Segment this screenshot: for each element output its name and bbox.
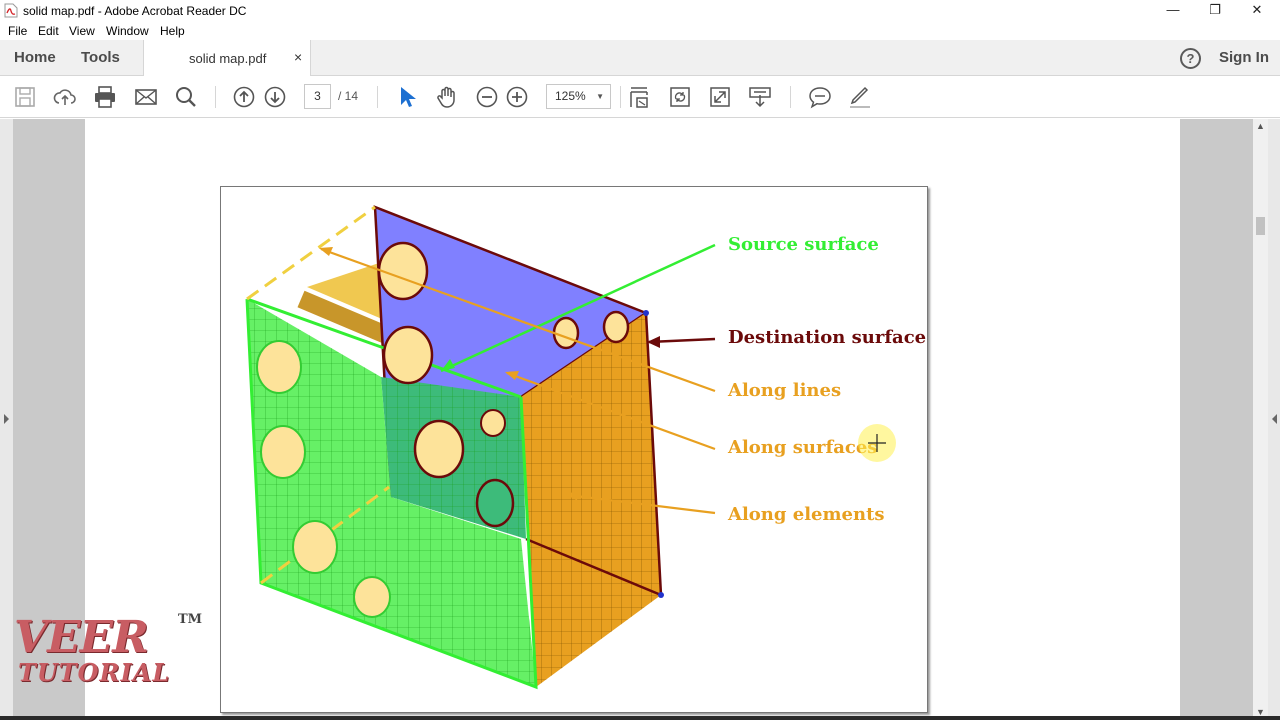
hole bbox=[256, 340, 302, 394]
zoom-select[interactable]: 125% ▼ bbox=[546, 84, 611, 109]
comment-icon[interactable] bbox=[808, 85, 832, 109]
menu-help[interactable]: Help bbox=[160, 24, 185, 38]
menu-bar: File Edit View Window Help bbox=[0, 22, 1280, 40]
close-window-button[interactable]: ✕ bbox=[1234, 0, 1280, 22]
minimize-button[interactable]: — bbox=[1150, 0, 1196, 22]
email-icon[interactable] bbox=[134, 85, 158, 109]
zoom-out-icon[interactable] bbox=[475, 85, 499, 109]
logo-trademark: TM bbox=[178, 612, 203, 627]
hole bbox=[480, 409, 506, 437]
toolbar-separator bbox=[790, 86, 791, 108]
chevron-left-icon[interactable] bbox=[1271, 414, 1278, 424]
zoom-in-icon[interactable] bbox=[505, 85, 529, 109]
document-tab-label: solid map.pdf bbox=[189, 51, 267, 66]
toolbar-separator bbox=[620, 86, 621, 108]
solid-map-figure: Source surface Destination surface Along… bbox=[220, 186, 928, 713]
page-number-input[interactable]: 3 bbox=[304, 84, 331, 109]
label-along-elements: Along elements bbox=[728, 504, 885, 525]
menu-file[interactable]: File bbox=[8, 24, 27, 38]
chevron-down-icon: ▼ bbox=[596, 92, 604, 101]
rotate-icon[interactable] bbox=[668, 85, 692, 109]
tab-document[interactable]: solid map.pdf × bbox=[143, 40, 311, 76]
print-icon[interactable] bbox=[93, 85, 117, 109]
logo-line-2: TUTORIAL bbox=[18, 658, 171, 687]
sign-icon[interactable] bbox=[848, 85, 872, 109]
logo-line-1: VEER bbox=[14, 612, 149, 663]
hole bbox=[552, 316, 580, 350]
search-icon[interactable] bbox=[174, 85, 198, 109]
tab-tools[interactable]: Tools bbox=[81, 49, 120, 66]
fit-page-icon[interactable] bbox=[627, 85, 651, 109]
restore-button[interactable]: ❐ bbox=[1192, 0, 1238, 22]
sign-in-link[interactable]: Sign In bbox=[1219, 49, 1269, 66]
label-along-lines: Along lines bbox=[728, 380, 842, 401]
right-pane-toggle[interactable] bbox=[1268, 119, 1280, 720]
label-source-surface: Source surface bbox=[728, 234, 879, 255]
upload-icon[interactable] bbox=[53, 85, 77, 109]
close-tab-icon[interactable]: × bbox=[294, 49, 302, 65]
hole bbox=[377, 241, 429, 301]
toolbar-separator bbox=[377, 86, 378, 108]
tab-home[interactable]: Home bbox=[14, 49, 56, 66]
chevron-right-icon[interactable] bbox=[3, 414, 10, 424]
crosshair-cursor-icon bbox=[868, 434, 886, 452]
cursor-highlight bbox=[858, 424, 896, 462]
tab-bar: Home Tools solid map.pdf × bbox=[0, 40, 1280, 76]
hole bbox=[413, 419, 465, 479]
save-icon[interactable] bbox=[13, 85, 37, 109]
label-along-surfaces: Along surfaces bbox=[728, 437, 878, 458]
acrobat-icon bbox=[4, 3, 18, 18]
corner-dot bbox=[643, 310, 649, 316]
page-total: / 14 bbox=[338, 89, 359, 103]
toolbar: 3 / 14 125% ▼ bbox=[0, 76, 1280, 118]
bottom-border bbox=[0, 716, 1280, 720]
hole bbox=[353, 576, 391, 618]
menu-window[interactable]: Window bbox=[106, 24, 149, 38]
vertical-scrollbar[interactable]: ▲ ▼ bbox=[1253, 119, 1268, 720]
left-pane-toggle[interactable] bbox=[0, 119, 13, 720]
corner-dot bbox=[658, 592, 664, 598]
page-up-icon[interactable] bbox=[232, 85, 256, 109]
toolbar-separator bbox=[215, 86, 216, 108]
scroll-thumb[interactable] bbox=[1256, 217, 1265, 235]
menu-edit[interactable]: Edit bbox=[38, 24, 59, 38]
label-destination-surface: Destination surface bbox=[728, 327, 927, 348]
read-mode-icon[interactable] bbox=[748, 85, 772, 109]
hole bbox=[382, 325, 434, 385]
hand-icon[interactable] bbox=[435, 85, 459, 109]
page-down-icon[interactable] bbox=[263, 85, 287, 109]
along-lines-arrowhead bbox=[319, 247, 333, 256]
scroll-up-icon[interactable]: ▲ bbox=[1255, 121, 1266, 131]
hole bbox=[292, 520, 338, 574]
window-title: solid map.pdf - Adobe Acrobat Reader DC bbox=[23, 4, 247, 18]
help-icon[interactable]: ? bbox=[1180, 48, 1201, 69]
hole bbox=[475, 478, 515, 528]
title-bar: solid map.pdf - Adobe Acrobat Reader DC … bbox=[0, 0, 1280, 22]
select-arrow-icon[interactable] bbox=[395, 85, 419, 109]
menu-view[interactable]: View bbox=[69, 24, 95, 38]
hole bbox=[260, 425, 306, 479]
hole bbox=[602, 310, 630, 344]
zoom-value: 125% bbox=[555, 89, 586, 103]
full-screen-icon[interactable] bbox=[708, 85, 732, 109]
